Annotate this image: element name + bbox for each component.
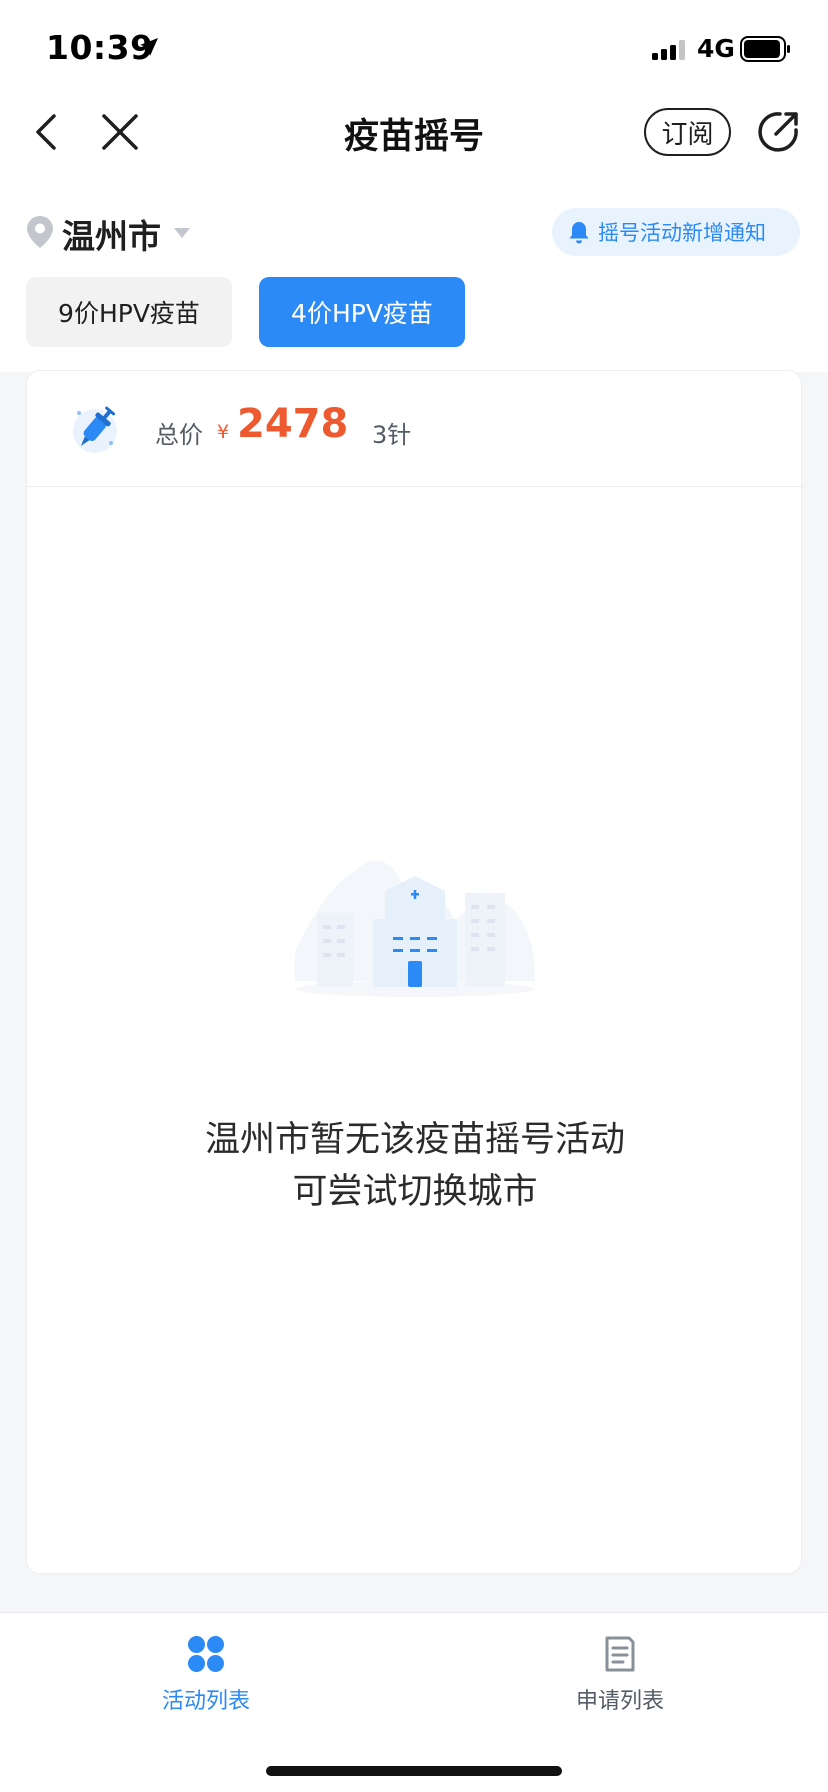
tab-4-valent-hpv[interactable]: 4价HPV疫苗	[259, 277, 465, 347]
battery-icon	[740, 36, 790, 62]
tab-9-valent-hpv[interactable]: 9价HPV疫苗	[26, 277, 232, 347]
total-price-label: 总价	[155, 421, 203, 449]
bottom-tabbar: 活动列表 申请列表	[0, 1612, 828, 1792]
tabbar-label-activity: 活动列表	[161, 1689, 250, 1714]
city-selector[interactable]: 温州市	[62, 210, 161, 258]
location-section: 温州市 摇号活动新增通知 9价HPV疫苗 4价HPV疫苗	[0, 192, 828, 372]
document-icon	[605, 1636, 635, 1672]
new-activity-notify-button[interactable]: 摇号活动新增通知	[552, 208, 800, 256]
chevron-down-icon[interactable]	[174, 228, 190, 238]
currency-symbol: ¥	[217, 421, 230, 443]
location-pin-icon	[27, 216, 53, 248]
nav-bar: 疫苗摇号 订阅	[0, 96, 828, 192]
location-arrow-icon	[140, 38, 158, 56]
tabbar-item-application-list[interactable]: 申请列表	[520, 1635, 720, 1715]
signal-icon	[652, 40, 685, 60]
price-row: 总价 ¥ 2478 3针	[27, 371, 803, 487]
empty-state-message: 温州市暂无该疫苗摇号活动	[204, 1120, 625, 1160]
tabbar-label-application: 申请列表	[575, 1689, 664, 1714]
notify-label: 摇号活动新增通知	[598, 221, 766, 245]
subscribe-button[interactable]: 订阅	[644, 108, 731, 156]
vaccine-card: 总价 ¥ 2478 3针 温州市暂无该疫苗摇号活动 可尝试切换城市	[26, 370, 803, 1574]
share-icon[interactable]	[756, 110, 800, 154]
syringe-icon	[73, 406, 117, 453]
bell-icon	[569, 222, 589, 244]
hospital-illustration-icon	[295, 860, 535, 997]
network-type: 4G	[697, 34, 735, 63]
empty-state-hint: 可尝试切换城市	[292, 1172, 538, 1212]
grid-icon	[188, 1636, 224, 1672]
dose-count: 3针	[372, 421, 412, 449]
status-bar: 10:39 4G	[0, 0, 828, 96]
tabbar-item-activity-list[interactable]: 活动列表	[106, 1635, 306, 1715]
home-indicator[interactable]	[266, 1766, 562, 1776]
total-price-value: 2478	[237, 401, 349, 447]
